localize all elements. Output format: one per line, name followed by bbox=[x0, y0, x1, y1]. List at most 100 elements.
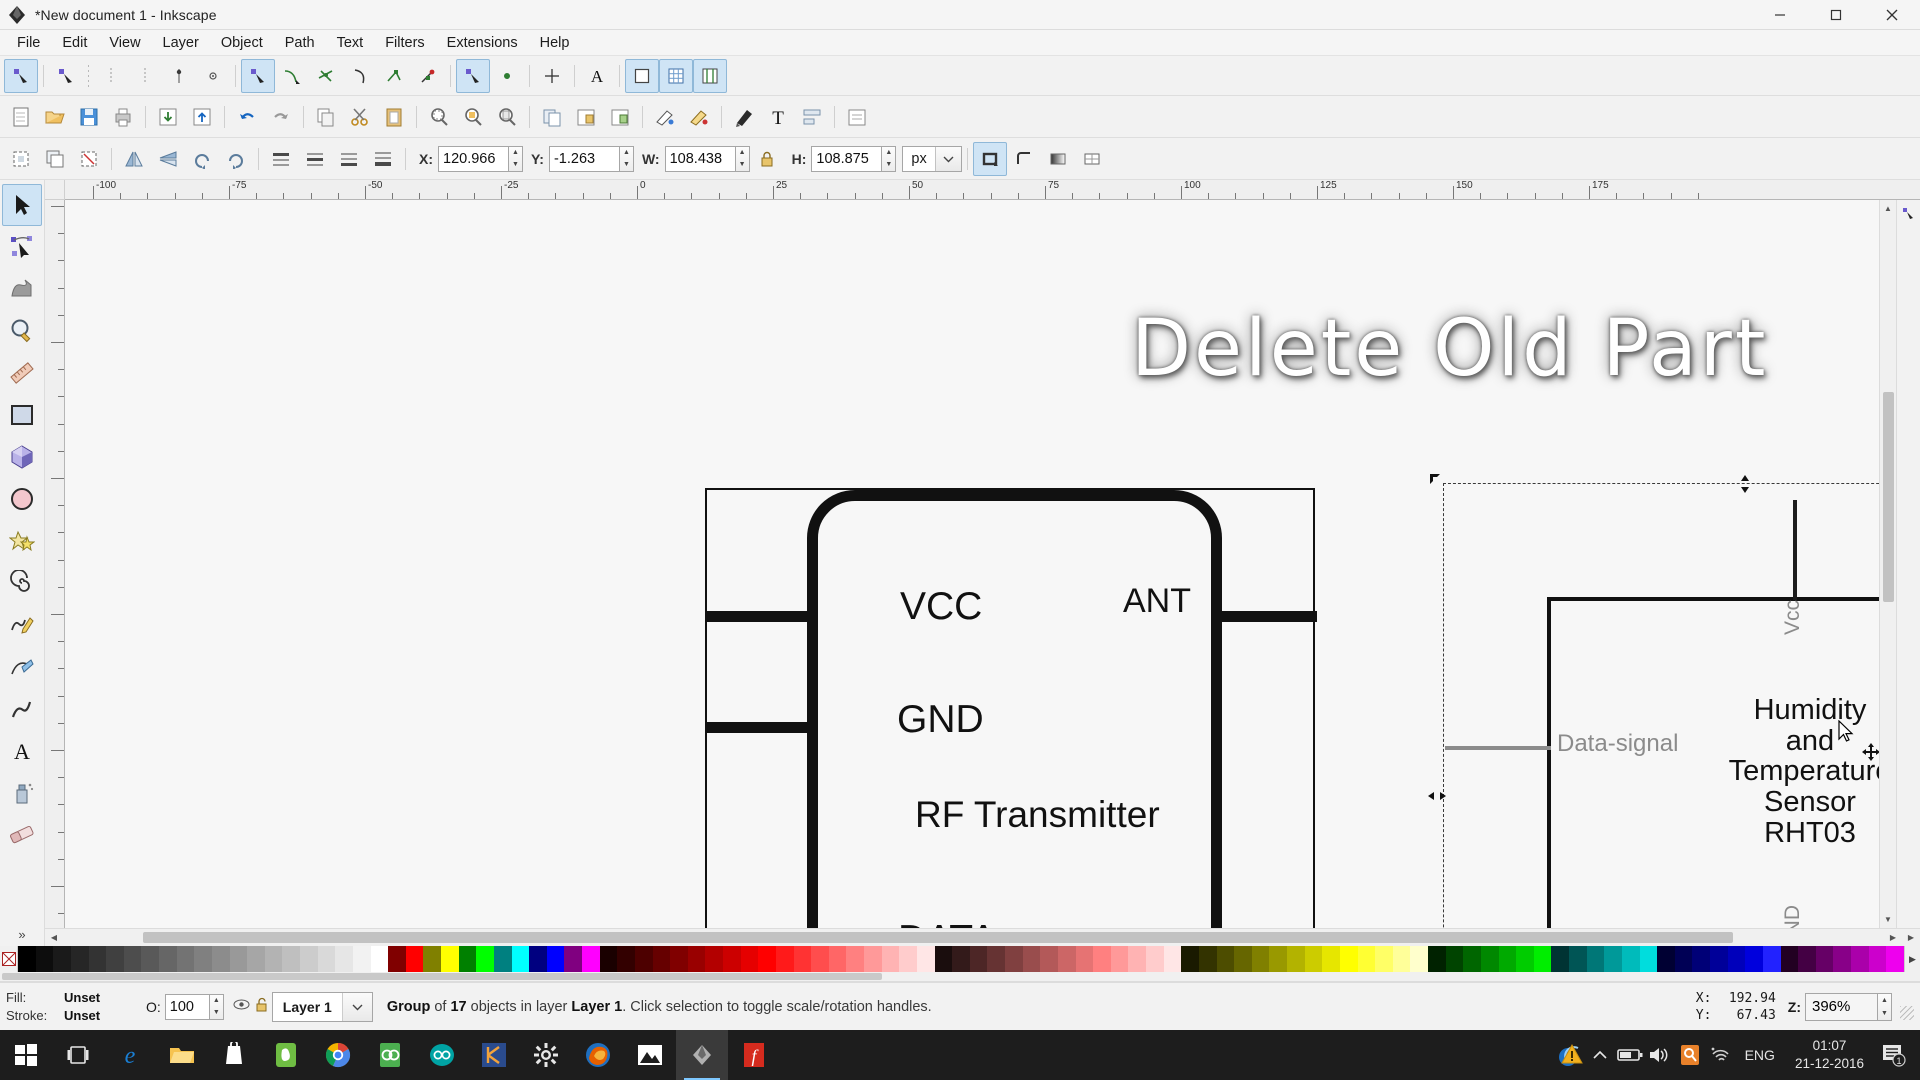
fill-stroke-indicator[interactable]: Fill: Stroke: Unset Unset bbox=[0, 989, 140, 1025]
snap-grid-icon[interactable] bbox=[659, 58, 693, 93]
vertical-ruler[interactable] bbox=[45, 200, 65, 928]
menu-item-object[interactable]: Object bbox=[210, 32, 274, 54]
menu-item-text[interactable]: Text bbox=[326, 32, 375, 54]
ungroup-icon[interactable] bbox=[603, 100, 637, 134]
fill-stroke-dialog-icon[interactable] bbox=[648, 100, 682, 134]
box-3d-tool[interactable] bbox=[2, 436, 42, 478]
zoom-selection-icon[interactable] bbox=[422, 100, 456, 134]
transform-gradients-icon[interactable] bbox=[1041, 142, 1075, 176]
menu-item-file[interactable]: File bbox=[6, 32, 51, 54]
palette-swatch[interactable] bbox=[582, 946, 600, 972]
palette-swatch[interactable] bbox=[370, 946, 389, 972]
snap-others-icon[interactable] bbox=[456, 58, 490, 93]
selection-handle-top-center[interactable] bbox=[1739, 475, 1751, 497]
rf-transmitter-rounded-body[interactable] bbox=[807, 490, 1222, 928]
evernote-icon[interactable] bbox=[260, 1030, 312, 1080]
palette-swatch[interactable] bbox=[18, 946, 36, 972]
flip-horizontal-icon[interactable] bbox=[117, 142, 151, 176]
selection-handle-middle-left[interactable] bbox=[1428, 790, 1446, 806]
snap-cusp-node-icon[interactable] bbox=[343, 59, 377, 93]
zoom-tool[interactable] bbox=[2, 310, 42, 352]
unit-selector[interactable]: px bbox=[902, 145, 962, 172]
google-chrome-icon[interactable] bbox=[312, 1030, 364, 1080]
menu-item-filters[interactable]: Filters bbox=[374, 32, 435, 54]
palette-swatch[interactable] bbox=[264, 946, 283, 972]
palette-scroll-thumb[interactable] bbox=[2, 973, 882, 980]
horizontal-scroll-track[interactable] bbox=[63, 929, 1884, 946]
scale-corners-icon[interactable] bbox=[1007, 142, 1041, 176]
palette-swatch[interactable] bbox=[529, 946, 547, 972]
transform-patterns-icon[interactable] bbox=[1075, 142, 1109, 176]
task-view-icon[interactable] bbox=[52, 1030, 104, 1080]
palette-swatch[interactable] bbox=[1198, 946, 1217, 972]
palette-swatch[interactable] bbox=[1745, 946, 1763, 972]
horizontal-ruler[interactable]: -100 -75 -50 -25 0 25 50 75 100 125 150 175 bbox=[65, 180, 1920, 200]
palette-swatch[interactable] bbox=[70, 946, 89, 972]
export-icon[interactable] bbox=[185, 100, 219, 134]
raise-icon[interactable] bbox=[298, 142, 332, 176]
snap-nodes-icon[interactable] bbox=[241, 58, 275, 93]
vertical-scroll-thumb[interactable] bbox=[1883, 392, 1894, 602]
palette-swatch[interactable] bbox=[458, 946, 477, 972]
selection-handle-top-left[interactable] bbox=[1428, 472, 1446, 494]
palette-swatch[interactable] bbox=[634, 946, 653, 972]
palette-swatch[interactable] bbox=[1410, 946, 1428, 972]
calligraphy-tool[interactable] bbox=[2, 688, 42, 730]
palette-swatch[interactable] bbox=[1692, 946, 1710, 972]
wifi-icon[interactable] bbox=[1705, 1030, 1735, 1080]
palette-swatch[interactable] bbox=[1727, 946, 1746, 972]
cut-icon[interactable] bbox=[343, 100, 377, 134]
scroll-down-icon[interactable]: ▼ bbox=[1880, 911, 1896, 928]
unlock-icon[interactable] bbox=[252, 997, 272, 1016]
menu-item-edit[interactable]: Edit bbox=[51, 32, 98, 54]
align-dialog-icon[interactable] bbox=[795, 100, 829, 134]
palette-swatch[interactable] bbox=[352, 946, 371, 972]
palette-swatch[interactable] bbox=[300, 946, 318, 972]
palette-swatch[interactable] bbox=[1815, 946, 1834, 972]
rotate-cw-icon[interactable] bbox=[219, 142, 253, 176]
palette-swatch[interactable] bbox=[1657, 946, 1675, 972]
firefox-icon[interactable] bbox=[572, 1030, 624, 1080]
chevron-right-icon[interactable]: ▶ bbox=[1904, 946, 1920, 972]
palette-swatch[interactable] bbox=[1216, 946, 1235, 972]
palette-swatch[interactable] bbox=[899, 946, 917, 972]
palette-swatch[interactable] bbox=[1163, 946, 1182, 972]
palette-swatch[interactable] bbox=[987, 946, 1005, 972]
vertical-scroll-track[interactable] bbox=[1880, 217, 1896, 911]
palette-swatch[interactable] bbox=[916, 946, 935, 972]
palette-swatch[interactable] bbox=[705, 946, 723, 972]
palette-swatch[interactable] bbox=[1498, 946, 1517, 972]
scroll-end-icon[interactable]: ▶ bbox=[1902, 929, 1920, 946]
palette-swatch[interactable] bbox=[881, 946, 900, 972]
palette-swatch[interactable] bbox=[176, 946, 195, 972]
palette-swatch[interactable] bbox=[1780, 946, 1799, 972]
palette-swatch[interactable] bbox=[511, 946, 530, 972]
palette-swatch[interactable] bbox=[211, 946, 230, 972]
selector-tool[interactable] bbox=[2, 184, 42, 226]
palette-swatch[interactable] bbox=[1621, 946, 1640, 972]
palette-swatch[interactable] bbox=[1851, 946, 1869, 972]
spiral-tool[interactable] bbox=[2, 562, 42, 604]
palette-swatch[interactable] bbox=[1569, 946, 1587, 972]
palette-swatch[interactable] bbox=[1357, 946, 1376, 972]
settings-gear-icon[interactable] bbox=[520, 1030, 572, 1080]
palette-swatch[interactable] bbox=[53, 946, 71, 972]
eraser-tool[interactable] bbox=[2, 814, 42, 856]
opacity-spinner[interactable]: ▲ ▼ bbox=[208, 993, 224, 1020]
palette-swatch[interactable] bbox=[1480, 946, 1499, 972]
kicad-icon[interactable] bbox=[468, 1030, 520, 1080]
opacity-input[interactable] bbox=[164, 993, 209, 1020]
width-field[interactable]: ▲▼ bbox=[664, 145, 750, 172]
palette-swatch[interactable] bbox=[564, 946, 582, 972]
palette-swatch[interactable] bbox=[1639, 946, 1658, 972]
opacity-control[interactable]: O: ▲▼ bbox=[146, 993, 224, 1020]
undo-icon[interactable] bbox=[230, 100, 264, 134]
snap-smooth-node-icon[interactable] bbox=[377, 59, 411, 93]
palette-swatch[interactable] bbox=[1674, 946, 1693, 972]
palette-swatch[interactable] bbox=[1604, 946, 1622, 972]
y-coordinate-field[interactable]: ▲▼ bbox=[548, 145, 634, 172]
snap-toggle-icon[interactable] bbox=[1899, 203, 1919, 223]
palette-swatch[interactable] bbox=[1128, 946, 1146, 972]
internet-explorer-icon[interactable]: e bbox=[104, 1030, 156, 1080]
snap-rotation-center-icon[interactable] bbox=[535, 59, 569, 93]
